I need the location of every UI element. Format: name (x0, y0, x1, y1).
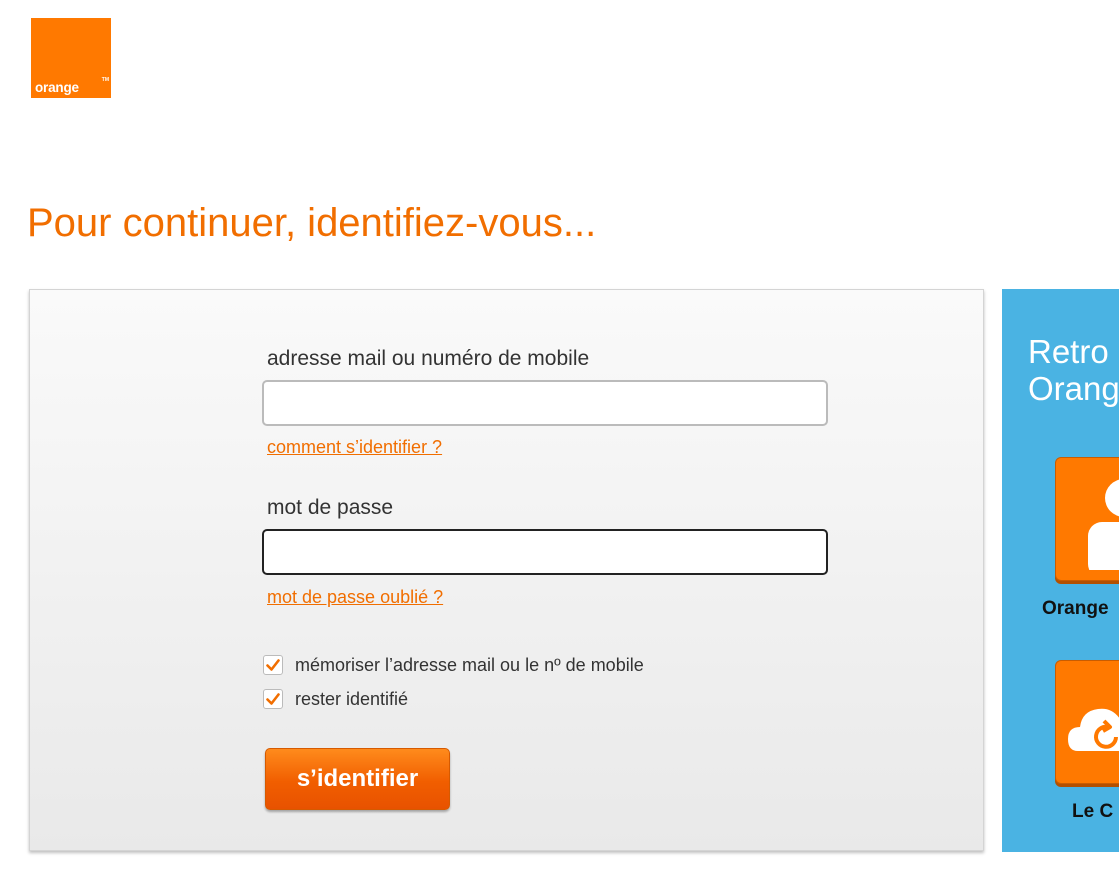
page-title: Pour continuer, identifiez-vous... (27, 201, 597, 245)
stay-logged-in-checkbox[interactable] (263, 689, 283, 709)
checkmark-icon (266, 659, 280, 671)
login-field-label: adresse mail ou numéro de mobile (267, 347, 590, 370)
app-tile-cloud[interactable] (1055, 660, 1119, 784)
app-tile-orange[interactable] (1055, 457, 1119, 581)
remember-login-checkbox[interactable] (263, 655, 283, 675)
password-input[interactable] (262, 529, 828, 575)
stay-logged-in-label: rester identifié (295, 688, 409, 709)
trademark-icon: TM (101, 77, 109, 83)
promo-title-line-1: Retro (1028, 333, 1109, 370)
password-field-label: mot de passe (267, 496, 394, 519)
cloud-sync-icon (1068, 708, 1119, 751)
orange-logo[interactable]: orange TM (31, 18, 111, 98)
promo-title: Retro Orang (1028, 333, 1119, 407)
checkmark-icon (266, 693, 280, 705)
remember-login-row[interactable]: mémoriser l’adresse mail ou le nº de mob… (263, 654, 644, 676)
remember-login-label: mémoriser l’adresse mail ou le nº de mob… (295, 654, 644, 675)
logo-text: orange (35, 80, 79, 95)
login-input[interactable] (262, 380, 828, 426)
promo-side-panel: Retro Orang Orange Le C (1002, 289, 1119, 852)
user-icon (1088, 479, 1119, 570)
stay-logged-in-row[interactable]: rester identifié (263, 688, 408, 710)
how-to-login-link[interactable]: comment s’identifier ? (267, 437, 442, 458)
login-button[interactable]: s’identifier (265, 748, 450, 810)
app-caption-orange: Orange (1042, 598, 1109, 619)
forgot-password-link[interactable]: mot de passe oublié ? (267, 587, 443, 608)
promo-title-line-2: Orang (1028, 370, 1119, 407)
app-caption-cloud: Le C (1072, 801, 1114, 822)
